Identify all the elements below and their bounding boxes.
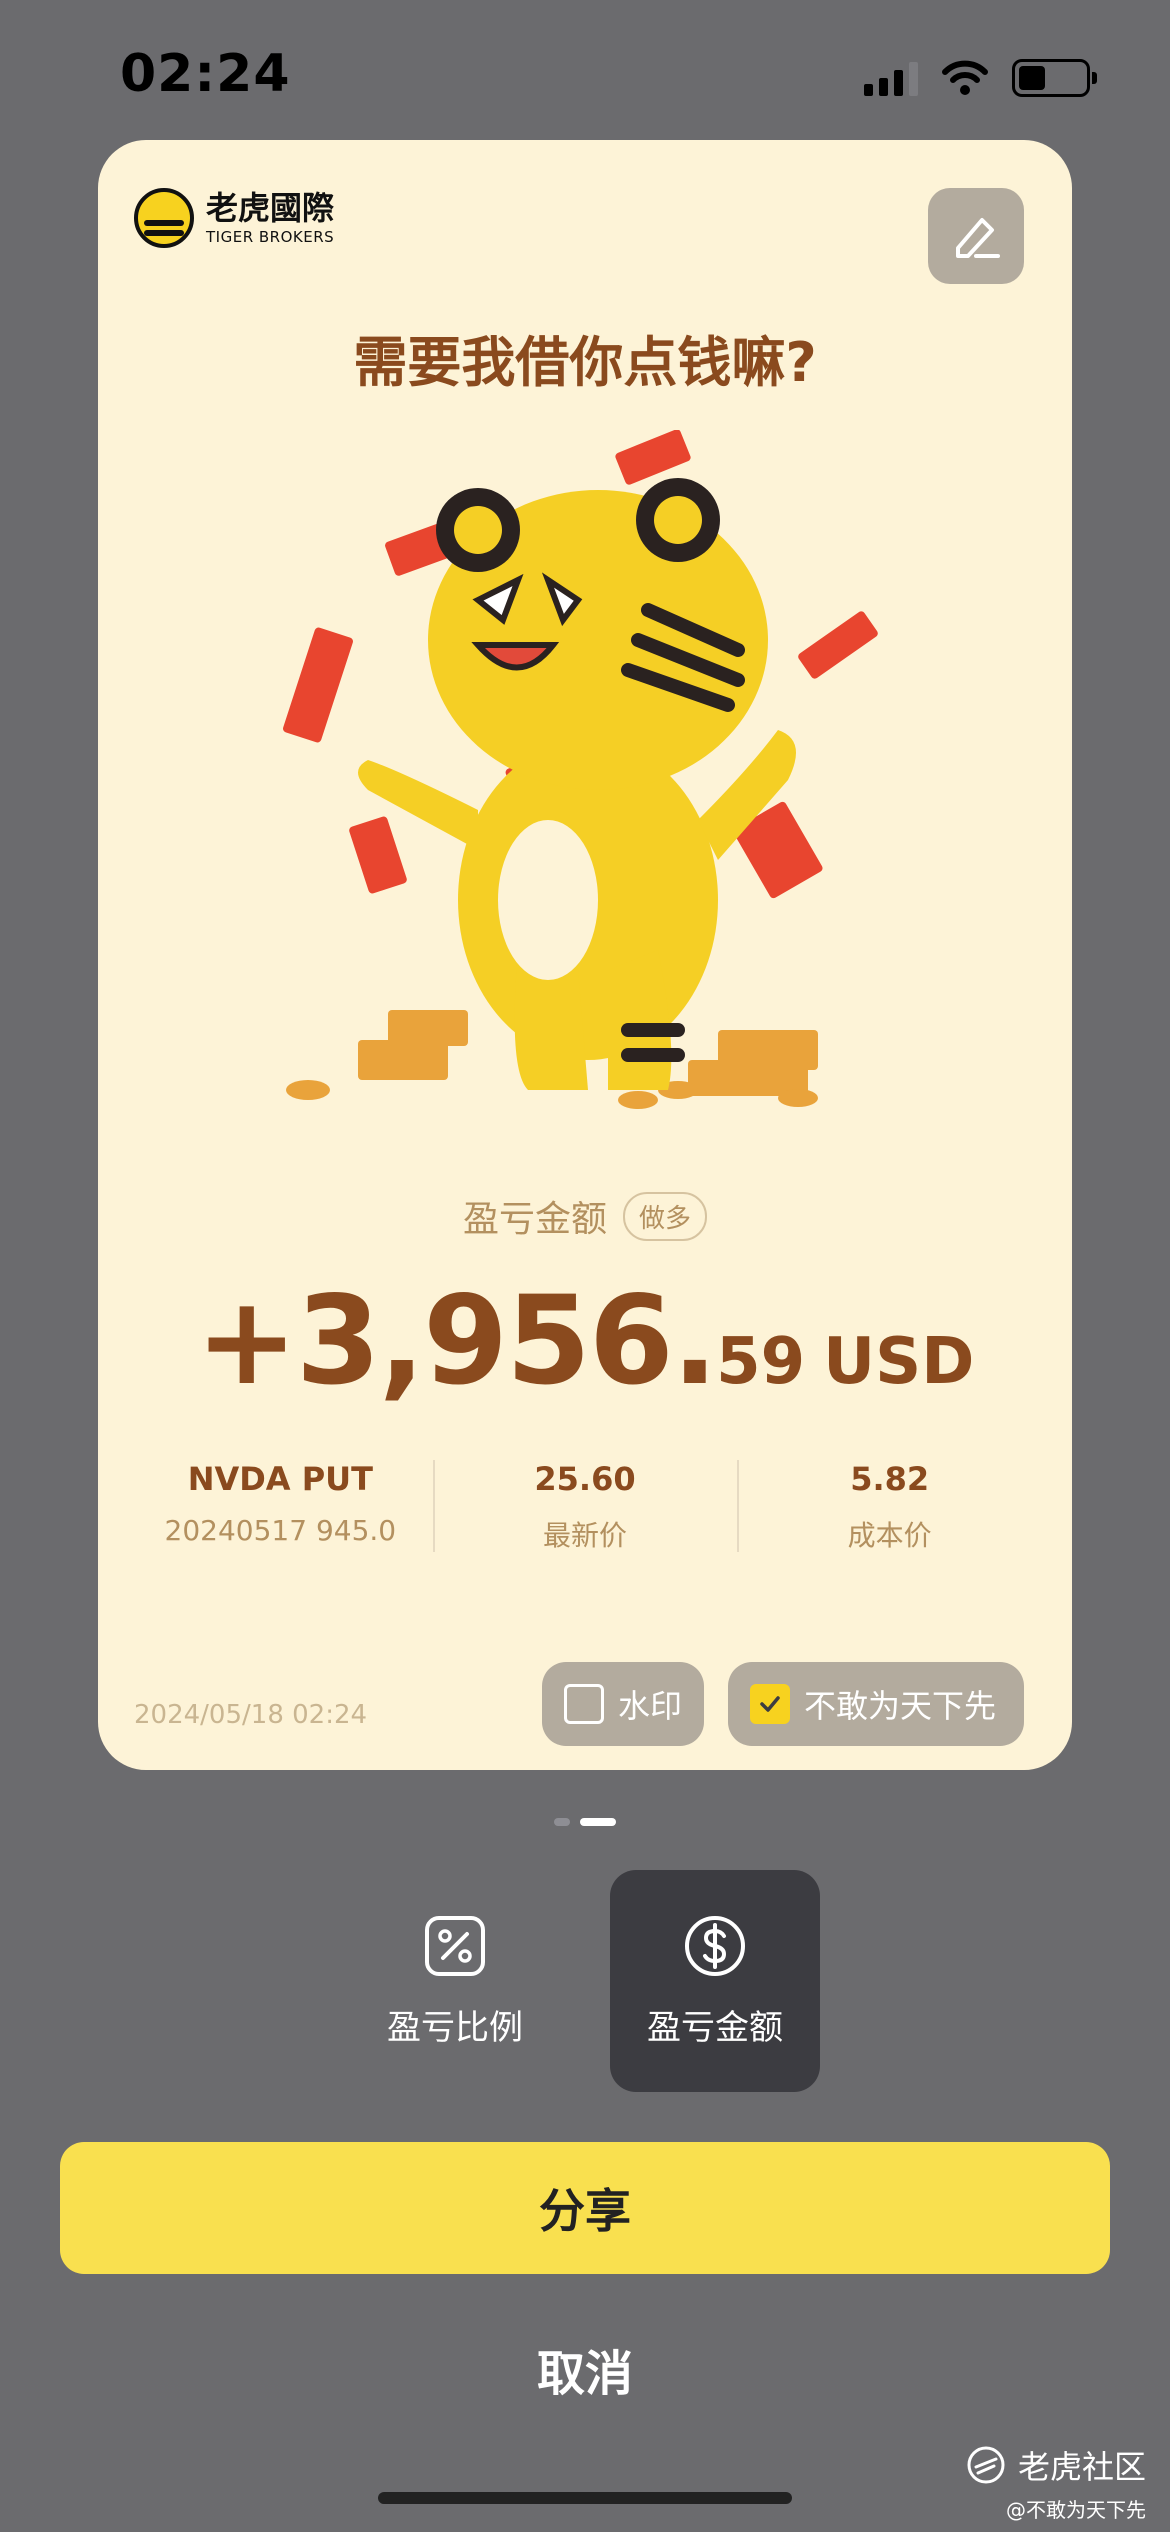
tiger-community-logo-icon [967,2446,1005,2484]
position-stats: NVDA PUT 20240517 945.0 25.60 最新价 5.82 成… [128,1460,1042,1554]
pl-label-row: 盈亏金额 做多 [98,1190,1072,1242]
stat-latest-price-label: 最新价 [543,1519,628,1552]
tiger-logo-icon [134,188,194,248]
page-dot[interactable] [554,1818,570,1826]
pl-currency: USD [823,1325,975,1399]
status-icons [864,56,1097,100]
stat-cost-price-value: 5.82 [850,1460,930,1498]
slogan-checkbox-label: 不敢为天下先 [804,1687,997,1725]
wifi-icon [942,60,988,95]
watermark-checkbox-label: 水印 [618,1687,683,1725]
share-button[interactable]: 分享 [60,2142,1110,2274]
page-dot-active[interactable] [580,1818,616,1826]
stat-cost-price-label: 成本价 [847,1519,932,1552]
position-direction-badge: 做多 [623,1191,708,1241]
share-card: 老虎國際 TIGER BROKERS 需要我借你点钱嘛? 盈亏金额 做多 +3,… [98,140,1072,1770]
percent-icon [425,1915,485,1976]
tiger-mascot-illustration [283,430,878,1109]
brand-name-en: TIGER BROKERS [206,227,335,246]
stat-contract: NVDA PUT 20240517 945.0 [128,1460,433,1554]
brand-logo: 老虎國際 TIGER BROKERS [134,188,334,248]
community-watermark: 老虎社区 [966,2442,1146,2488]
pl-amount: +3,956.59 USD [98,1270,1072,1412]
pl-label: 盈亏金额 [462,1199,607,1240]
cellular-signal-icon [864,60,918,96]
stat-contract-symbol: NVDA PUT [187,1460,373,1498]
pencil-icon [956,218,1000,258]
edit-button[interactable] [928,188,1024,284]
tab-pl-ratio[interactable]: 盈亏比例 [350,1870,560,2092]
card-date: 2024/05/18 02:24 [134,1700,368,1730]
stat-contract-detail: 20240517 945.0 [164,1514,397,1547]
cancel-button[interactable]: 取消 [0,2334,1170,2404]
checkbox-checked-icon [750,1684,790,1724]
tab-pl-amount-label: 盈亏金额 [647,2007,783,2048]
tab-pl-ratio-label: 盈亏比例 [387,2007,523,2048]
pl-amount-main: +3,956. [195,1270,718,1412]
status-time: 02:24 [120,44,291,104]
stat-latest-price: 25.60 最新价 [432,1460,738,1554]
pl-amount-decimal: 59 [716,1325,806,1399]
battery-icon [1012,59,1097,97]
community-username: @不敢为天下先 [1006,2498,1146,2522]
home-indicator[interactable] [378,2492,792,2504]
card-headline: 需要我借你点钱嘛? [353,331,817,394]
mode-tabs: 盈亏比例 盈亏金额 [350,1870,820,2092]
slogan-checkbox[interactable]: 不敢为天下先 [728,1662,1024,1746]
brand-name-cn: 老虎國際 [206,188,335,227]
community-name: 老虎社区 [1017,2448,1146,2486]
tab-pl-amount[interactable]: 盈亏金额 [610,1870,820,2092]
page-indicator [0,1818,1170,1826]
dollar-icon [685,1915,745,1976]
stat-latest-price-value: 25.60 [534,1460,636,1498]
checkbox-unchecked-icon [564,1684,604,1724]
watermark-checkbox[interactable]: 水印 [542,1662,704,1746]
stat-cost-price: 5.82 成本价 [737,1460,1042,1554]
